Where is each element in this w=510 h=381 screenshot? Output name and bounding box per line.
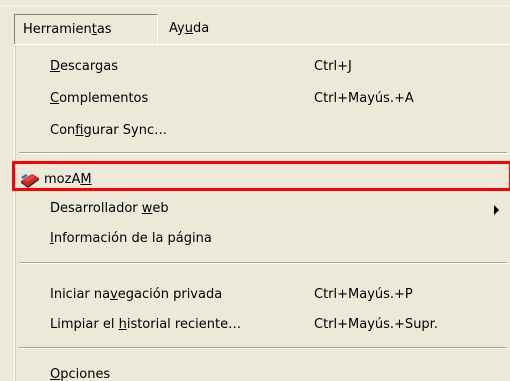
menuitem-descargas[interactable]: Descargas Ctrl+J [16, 53, 510, 81]
menu-ayuda-label-end: da [192, 21, 210, 36]
menu-herramientas-label-end: as [96, 22, 112, 37]
menuitem-limpiar-historial-label: Limpiar el historial reciente… [50, 317, 242, 332]
menu-separator [19, 152, 507, 154]
menu-separator [19, 347, 507, 349]
menubar: Herramientas Ayuda [0, 0, 510, 44]
submenu-arrow-icon [494, 205, 499, 215]
menuitem-limpiar-historial-shortcut: Ctrl+Mayús.+Supr. [314, 317, 438, 332]
tools-dropdown-menu: Descargas Ctrl+J Complementos Ctrl+Mayús… [12, 44, 510, 381]
menu-ayuda-accesskey: u [184, 21, 193, 36]
menuitem-complementos-label: Complementos [50, 91, 149, 106]
menuitem-limpiar-historial[interactable]: Limpiar el historial reciente… Ctrl+Mayú… [16, 311, 510, 339]
menuitem-informacion-pagina[interactable]: Información de la página [16, 225, 510, 253]
menuitem-opciones[interactable]: Opciones [16, 361, 510, 381]
menu-ayuda-label: Ay [169, 21, 185, 36]
menuitem-descargas-label: Descargas [50, 59, 119, 74]
menuitem-desarrollador-web-label: Desarrollador web [50, 201, 169, 216]
menuitem-configurar-sync[interactable]: Configurar Sync… [16, 117, 510, 145]
menuitem-desarrollador-web[interactable]: Desarrollador web [16, 195, 510, 223]
menuitem-informacion-pagina-label: Información de la página [50, 231, 212, 246]
menu-herramientas[interactable]: Herramientas [14, 14, 158, 44]
menuitem-complementos[interactable]: Complementos Ctrl+Mayús.+A [16, 85, 510, 113]
menuitem-descargas-shortcut: Ctrl+J [314, 59, 352, 74]
menubar-divider [0, 5, 510, 6]
menuitem-navegacion-privada[interactable]: Iniciar navegación privada Ctrl+Mayús.+P [16, 281, 510, 309]
screen: Herramientas Ayuda Descargas Ctrl+J Comp… [0, 0, 510, 381]
menuitem-navegacion-privada-shortcut: Ctrl+Mayús.+P [314, 287, 413, 302]
menuitem-configurar-sync-label: Configurar Sync… [50, 123, 168, 138]
highlight-annotation-box [12, 161, 510, 191]
menu-ayuda[interactable]: Ayuda [161, 14, 217, 44]
menuitem-navegacion-privada-label: Iniciar navegación privada [50, 287, 223, 302]
menuitem-complementos-shortcut: Ctrl+Mayús.+A [314, 91, 414, 106]
menu-herramientas-label: Herramien [23, 22, 92, 37]
menu-separator [19, 262, 507, 264]
menuitem-opciones-label: Opciones [50, 367, 111, 381]
